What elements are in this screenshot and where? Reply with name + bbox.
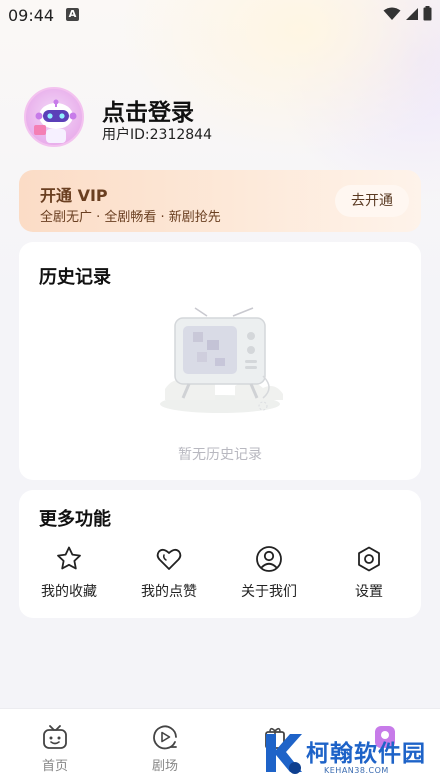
tv-icon [43, 725, 67, 749]
vip-title: 开通 VIP [40, 186, 108, 205]
about-us-label: 关于我们 [241, 584, 297, 600]
history-empty-text: 暂无历史记录 [178, 447, 262, 463]
wifi-icon [383, 7, 401, 20]
user-circle-icon [256, 546, 282, 572]
settings-item[interactable]: 设置 [319, 545, 419, 601]
avatar[interactable] [24, 87, 84, 147]
history-card: 历史记录 暂无历史记录 [19, 242, 421, 480]
history-title: 历史记录 [39, 267, 111, 288]
watermark-url: KEHAN38.COM [324, 766, 389, 775]
signal-icon [406, 7, 418, 20]
status-bar: 09:44 A [0, 0, 440, 30]
functions-row: 我的收藏 我的点赞 关于我们 设置 [19, 545, 421, 605]
nav-home[interactable]: 首页 [25, 723, 85, 774]
more-functions-card: 更多功能 我的收藏 我的点赞 关于我们 设置 [19, 490, 421, 618]
watermark-text: 柯翰软件园 [306, 741, 426, 767]
notification-icon: A [66, 8, 79, 21]
favorites-label: 我的收藏 [41, 584, 97, 600]
battery-icon [423, 6, 432, 21]
nav-theater-label: 剧场 [151, 759, 178, 774]
heart-icon [156, 548, 182, 570]
nav-theater[interactable]: 剧场 [135, 723, 195, 774]
more-functions-title: 更多功能 [39, 509, 111, 530]
status-time: 09:44 [8, 6, 55, 25]
login-title[interactable]: 点击登录 [102, 93, 194, 127]
likes-label: 我的点赞 [141, 584, 197, 600]
vip-activate-button[interactable]: 去开通 [335, 185, 409, 217]
play-circle-icon [153, 725, 177, 750]
vip-subtitle: 全剧无广 · 全剧畅看 · 新剧抢先 [40, 210, 221, 225]
settings-hex-icon [358, 546, 380, 572]
favorites-item[interactable]: 我的收藏 [19, 545, 119, 601]
nav-home-label: 首页 [41, 759, 68, 774]
user-id: 用户ID:2312844 [102, 127, 212, 143]
status-icons [383, 6, 432, 21]
about-us-item[interactable]: 关于我们 [219, 545, 319, 601]
likes-item[interactable]: 我的点赞 [119, 545, 219, 601]
watermark-logo-icon [266, 734, 302, 774]
vip-banner[interactable]: 开通 VIP 全剧无广 · 全剧畅看 · 新剧抢先 去开通 [19, 170, 421, 232]
settings-label: 设置 [355, 584, 383, 600]
empty-tv-illustration [160, 307, 283, 413]
star-icon [57, 546, 81, 570]
watermark: 柯翰软件园 KEHAN38.COM [262, 722, 440, 780]
